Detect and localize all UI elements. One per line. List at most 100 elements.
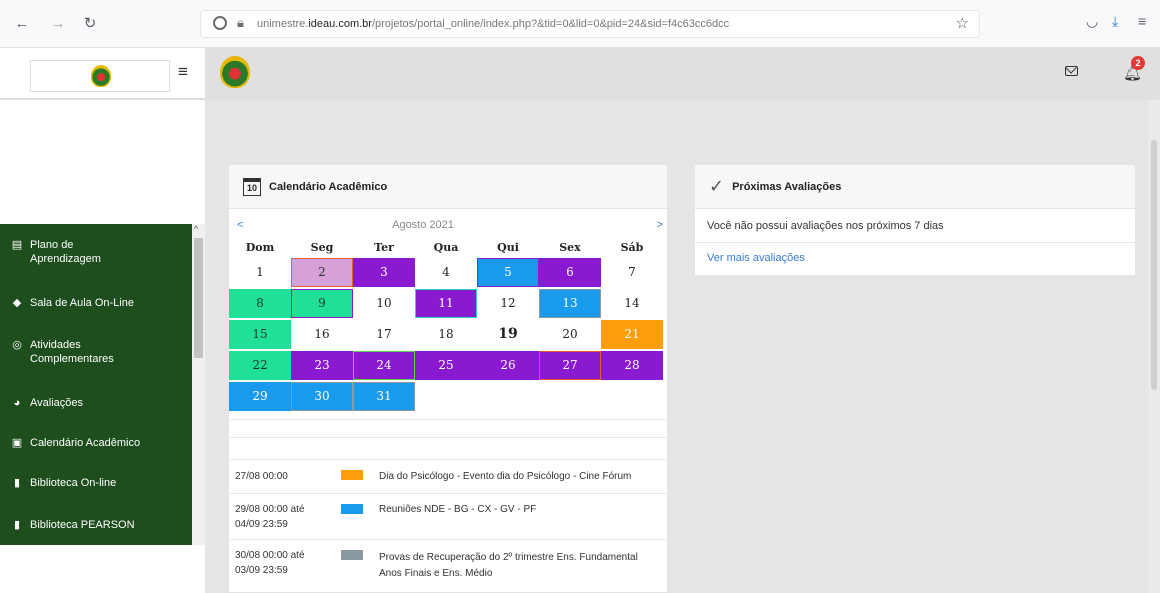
sidebar-scrollbar[interactable]: ^: [192, 224, 205, 545]
weekday-label: Ter: [374, 241, 394, 254]
evaluations-title: Próximas Avaliações: [732, 180, 842, 193]
sidebar-item-biblioteca-pearson[interactable]: ▮ Biblioteca PEARSON: [10, 518, 188, 532]
menu-icon[interactable]: ≡: [1138, 13, 1146, 29]
calendar-day[interactable]: 13: [539, 289, 601, 318]
calendar-day[interactable]: 20: [539, 320, 601, 349]
calendar-title: Calendário Acadêmico: [269, 180, 388, 193]
calendar-day[interactable]: 5: [477, 258, 539, 287]
sidebar-item-label: Sala de Aula On-Line: [30, 297, 134, 309]
address-bar[interactable]: 🔒︎ unimestre.ideau.com.br/projetos/porta…: [200, 10, 980, 38]
sidebar-header: ≡: [0, 48, 205, 100]
bookmark-star-icon[interactable]: ☆: [956, 14, 969, 32]
calendar-week: 8 9 10 11 12 13 14: [229, 288, 669, 319]
calendar-icon: 10: [243, 177, 261, 196]
calendar-day[interactable]: 23: [291, 351, 353, 380]
page-scrollbar[interactable]: [1148, 100, 1160, 593]
book-icon: ▮: [13, 477, 21, 489]
calendar-day[interactable]: 2: [291, 258, 353, 287]
tracking-shield-icon[interactable]: [213, 16, 227, 30]
sidebar-menu: ▤ Plano de Aprendizagem ◆ Sala de Aula O…: [0, 224, 192, 545]
divider: [229, 437, 669, 438]
calendar-day[interactable]: 10: [353, 289, 415, 318]
calendar-day[interactable]: 27: [539, 351, 601, 380]
sidebar-item-label: Avaliações: [30, 397, 83, 409]
download-icon[interactable]: ⤓: [1112, 13, 1118, 30]
calendar-day[interactable]: 15: [229, 320, 291, 349]
notification-badge[interactable]: 2: [1131, 56, 1145, 70]
sidebar-item-biblioteca-online[interactable]: ▮ Biblioteca On-line: [10, 476, 188, 490]
event-date: 29/08 00:00 até 04/09 23:59: [235, 504, 305, 530]
back-icon[interactable]: ←: [12, 14, 32, 34]
calendar-empty-cell: [601, 382, 663, 411]
graduation-cap-icon: ◆: [12, 297, 22, 309]
event-row[interactable]: 30/08 00:00 até 03/09 23:59 Provas de Re…: [229, 539, 669, 593]
divider: [229, 419, 669, 420]
calendar-day[interactable]: 3: [353, 258, 415, 287]
sidebar-item-calendario[interactable]: ▣ Calendário Acadêmico: [10, 436, 188, 450]
scrollbar-thumb[interactable]: [194, 238, 203, 358]
scroll-up-icon[interactable]: ^: [194, 224, 198, 234]
calendar-day[interactable]: 1: [229, 258, 291, 287]
calendar-day[interactable]: 9: [291, 289, 353, 318]
sidebar-item-plano[interactable]: ▤ Plano de Aprendizagem: [10, 238, 188, 266]
calendar-empty-cell: [415, 382, 477, 411]
calendar-nav: < Agosto 2021 >: [233, 219, 663, 235]
calendar-day[interactable]: 31: [353, 382, 415, 411]
mail-icon[interactable]: [1065, 66, 1078, 76]
lock-icon[interactable]: 🔒︎: [237, 15, 244, 31]
logo-box[interactable]: [30, 60, 170, 92]
pocket-icon[interactable]: ◡: [1086, 13, 1098, 30]
weekday-label: Sáb: [620, 241, 644, 254]
weekday-label: Qui: [497, 241, 519, 254]
calendar-panel-header: 10 Calendário Acadêmico: [229, 165, 667, 209]
event-color-swatch: [341, 504, 363, 514]
calendar-day[interactable]: 16: [291, 320, 353, 349]
calendar-day[interactable]: 25: [415, 351, 477, 380]
weekday-label: Qua: [433, 241, 459, 254]
forward-icon[interactable]: →: [48, 14, 68, 34]
no-evaluations-text: Você não possui avaliações nos próximos …: [695, 209, 1135, 243]
reload-icon[interactable]: ↻: [80, 14, 100, 34]
calendar-panel: 10 Calendário Acadêmico < Agosto 2021 > …: [228, 164, 669, 593]
calendar-day[interactable]: 4: [415, 258, 477, 287]
scrollbar-thumb[interactable]: [1151, 140, 1157, 390]
calendar-day[interactable]: 21: [601, 320, 663, 349]
url-text: unimestre.ideau.com.br/projetos/portal_o…: [257, 18, 730, 30]
book-icon: ▮: [13, 519, 21, 531]
calendar-day[interactable]: 26: [477, 351, 539, 380]
more-evaluations-link[interactable]: Ver mais avaliações: [695, 243, 1135, 273]
calendar-day[interactable]: 18: [415, 320, 477, 349]
calendar-day[interactable]: 11: [415, 289, 477, 318]
calendar-week: 15 16 17 18 19 20 21: [229, 319, 669, 350]
calendar-day[interactable]: 14: [601, 289, 663, 318]
browser-toolbar: ← → ↻ 🔒︎ unimestre.ideau.com.br/projetos…: [0, 0, 1160, 48]
calendar-day[interactable]: 28: [601, 351, 663, 380]
next-month-button[interactable]: >: [657, 219, 663, 231]
calendar-day[interactable]: 30: [291, 382, 353, 411]
circle-arrow-icon: ◎: [12, 339, 22, 351]
calendar-day[interactable]: 17: [353, 320, 415, 349]
sidebar-item-avaliacoes[interactable]: ◕ Avaliações: [10, 396, 188, 410]
calendar-day[interactable]: 7: [601, 258, 663, 287]
calendar-day[interactable]: 12: [477, 289, 539, 318]
sidebar-item-sala[interactable]: ◆ Sala de Aula On-Line: [10, 296, 188, 310]
event-title: Reuniões NDE - BG - CX - GV - PF: [379, 504, 537, 515]
logo-crest-icon[interactable]: [220, 56, 250, 88]
logo-crest-icon: [91, 65, 111, 87]
calendar-day[interactable]: 8: [229, 289, 291, 318]
calendar-day[interactable]: 19: [477, 320, 539, 349]
event-row[interactable]: 27/08 00:00 Dia do Psicólogo - Evento di…: [229, 459, 669, 493]
calendar-day[interactable]: 6: [539, 258, 601, 287]
calendar-day[interactable]: 24: [353, 351, 415, 380]
event-date: 27/08 00:00: [235, 471, 288, 482]
sidebar-item-atividades[interactable]: ◎ Atividades Complementares: [10, 338, 188, 366]
calendar-day[interactable]: 29: [229, 382, 291, 411]
event-date: 30/08 00:00 até 03/09 23:59: [235, 550, 305, 576]
event-row[interactable]: 29/08 00:00 até 04/09 23:59 Reuniões NDE…: [229, 493, 669, 539]
hamburger-menu-icon[interactable]: ≡: [178, 62, 188, 82]
sidebar-item-label: Biblioteca PEARSON: [30, 519, 135, 531]
weekday-header: Dom Seg Ter Qua Qui Sex Sáb: [229, 241, 669, 257]
event-color-swatch: [341, 470, 363, 480]
calendar-day[interactable]: 22: [229, 351, 291, 380]
weekday-label: Sex: [559, 241, 581, 254]
